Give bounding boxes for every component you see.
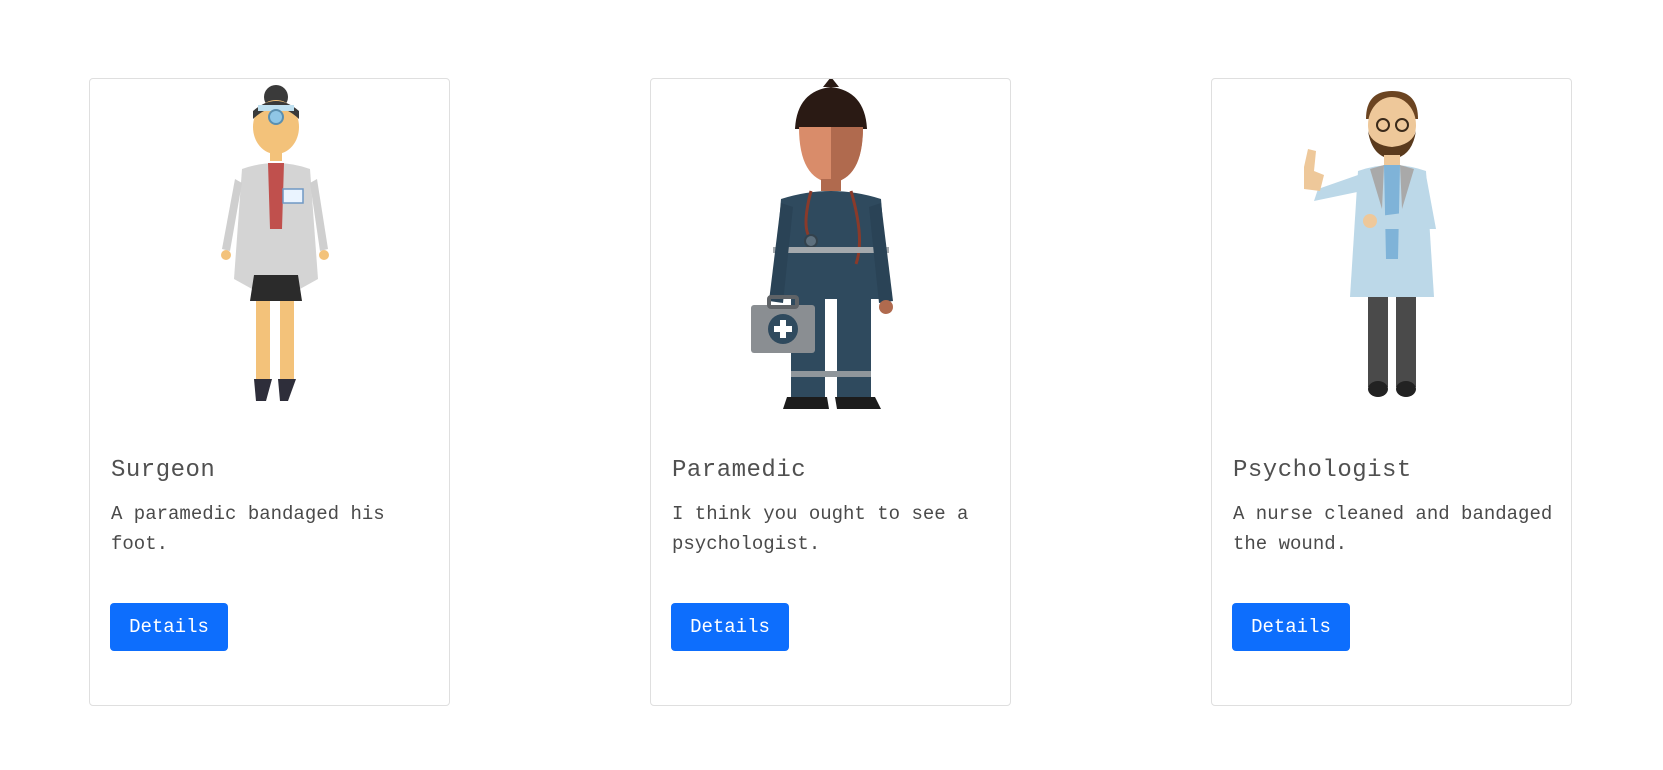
paramedic-icon [651,79,1010,434]
cards-row: Surgeon A paramedic bandaged his foot. D… [0,0,1663,770]
male-doctor-icon [1212,79,1571,434]
card-title: Psychologist [1233,457,1412,484]
card-paramedic: Paramedic I think you ought to see a psy… [650,78,1011,706]
details-button[interactable]: Details [110,603,228,651]
card-text: I think you ought to see a psychologist. [672,503,969,555]
details-button[interactable]: Details [1232,603,1350,651]
card-text: A nurse cleaned and bandaged the wound. [1233,503,1553,555]
details-button[interactable]: Details [671,603,789,651]
female-doctor-icon [90,79,449,434]
card-title: Paramedic [672,457,807,484]
card-text: A paramedic bandaged his foot. [111,503,385,555]
card-psychologist: Psychologist A nurse cleaned and bandage… [1211,78,1572,706]
card-surgeon: Surgeon A paramedic bandaged his foot. D… [89,78,450,706]
card-title: Surgeon [111,457,216,484]
